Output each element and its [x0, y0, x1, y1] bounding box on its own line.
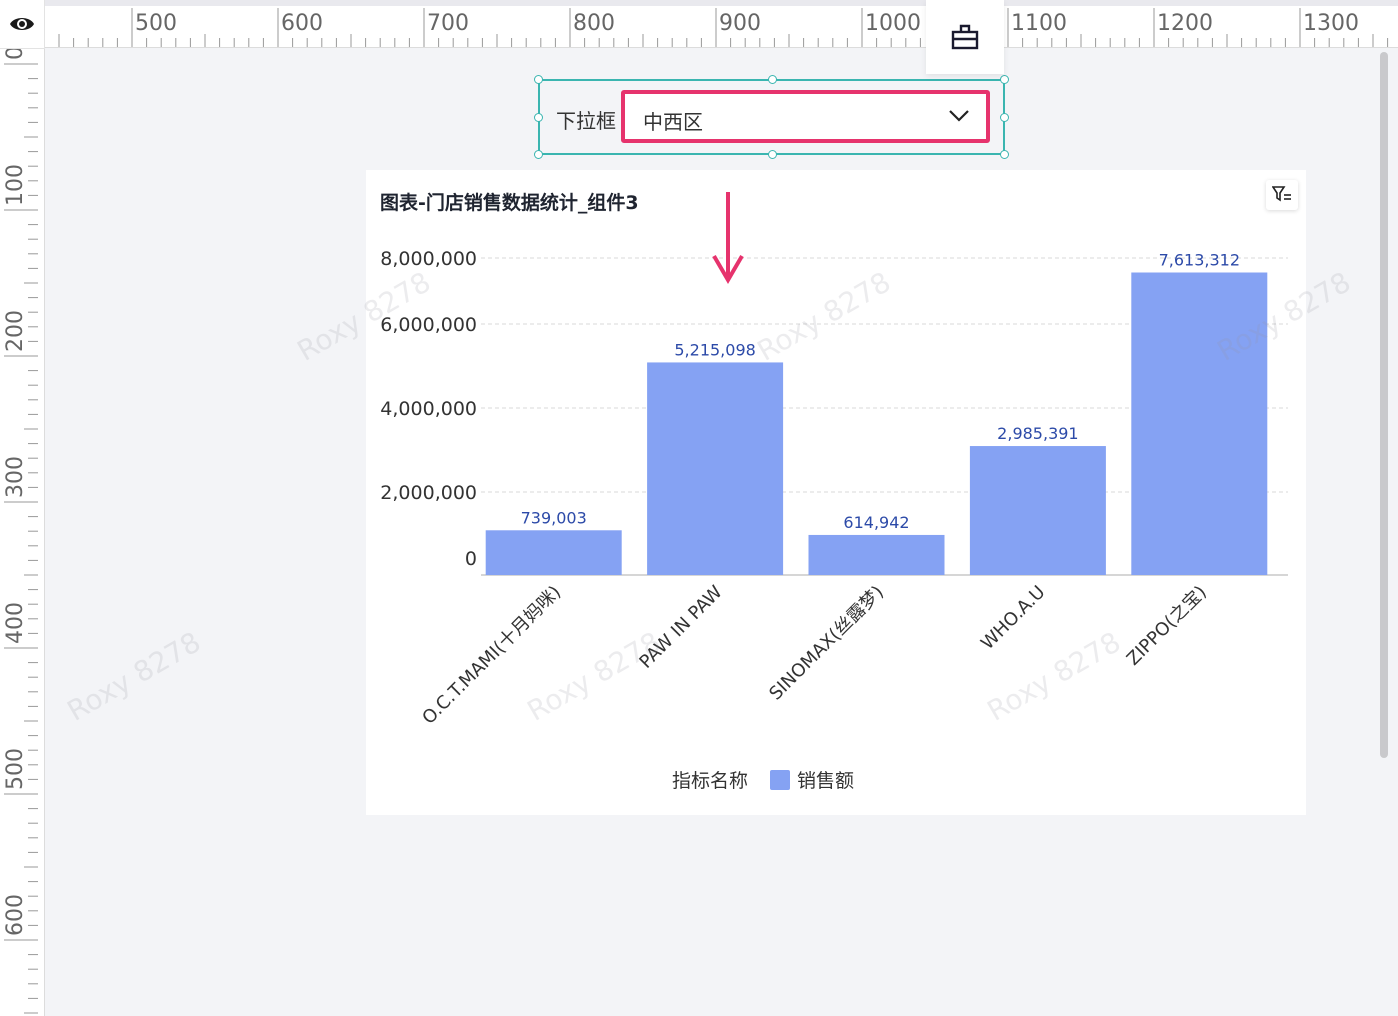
visibility-toggle[interactable]: [0, 0, 45, 49]
data-label: 5,215,098: [674, 340, 755, 359]
resize-handle-bottom[interactable]: [768, 150, 777, 159]
scrollbar-thumb[interactable]: [1380, 52, 1388, 758]
ruler-label: 1300: [1303, 11, 1359, 36]
resize-handle-right[interactable]: [1000, 113, 1009, 122]
y-tick-label: 8,000,000: [380, 248, 477, 270]
resize-handle-top-left[interactable]: [534, 75, 543, 84]
component-toolbar-button[interactable]: [926, 0, 1004, 74]
legend-title: 指标名称: [672, 770, 749, 792]
x-tick-label: SINOMAX(丝露梦): [765, 582, 888, 705]
vertical-scrollbar[interactable]: [1378, 48, 1390, 1016]
ruler-label: 900: [719, 11, 761, 36]
ruler-label: 300: [3, 456, 28, 498]
ruler-label: 1000: [865, 11, 921, 36]
region-select[interactable]: 中西区: [621, 90, 990, 143]
ruler-label: 600: [281, 11, 323, 36]
ruler-label: 100: [3, 164, 28, 206]
dropdown-label: 下拉框: [556, 109, 616, 133]
y-tick-label: 0: [465, 548, 477, 570]
ruler-label: 600: [3, 894, 28, 936]
x-tick-label: WHO.A.U: [977, 582, 1049, 654]
data-label: 614,942: [843, 513, 909, 532]
ruler-label: 0: [3, 48, 28, 60]
x-tick-label: PAW IN PAW: [635, 582, 726, 673]
x-tick-label: ZIPPO(之宝): [1123, 582, 1211, 670]
bar-chart: 0 2,000,000 4,000,000 6,000,000 8,000,000 739…: [380, 248, 1288, 729]
dropdown-component[interactable]: 下拉框 中西区: [534, 75, 1009, 159]
ruler-label: 500: [135, 11, 177, 36]
resize-handle-top[interactable]: [768, 75, 777, 84]
ruler-label: 1200: [1157, 11, 1213, 36]
annotation-arrow-icon: [712, 192, 744, 284]
y-tick-label: 4,000,000: [380, 398, 477, 420]
data-label: 7,613,312: [1159, 251, 1240, 270]
bar[interactable]: [969, 446, 1106, 575]
chart-legend: 指标名称 销售额: [672, 766, 854, 793]
watermark: Roxy 8278: [61, 625, 207, 728]
y-tick-label: 2,000,000: [380, 482, 477, 504]
bar[interactable]: [808, 534, 945, 575]
bar[interactable]: [1131, 272, 1268, 575]
ruler-label: 1100: [1011, 11, 1067, 36]
resize-handle-bottom-left[interactable]: [534, 150, 543, 159]
x-tick-label: O.C.T.MAMI(十月妈咪): [418, 582, 565, 729]
legend-swatch[interactable]: [770, 769, 791, 790]
data-label: 739,003: [521, 508, 587, 527]
resize-handle-top-right[interactable]: [1000, 75, 1009, 84]
resize-handle-bottom-right[interactable]: [1000, 150, 1009, 159]
data-label: 2,985,391: [997, 424, 1078, 443]
horizontal-ruler: 500 600 700 800 900 1000 1100 1200 1300: [44, 0, 1398, 48]
ruler-label: 700: [427, 11, 469, 36]
legend-item-label[interactable]: 销售额: [797, 766, 854, 793]
y-tick-label: 6,000,000: [380, 314, 477, 336]
bar[interactable]: [647, 362, 784, 575]
eye-icon: [10, 18, 34, 30]
ruler-label: 800: [573, 11, 615, 36]
ruler-label: 500: [3, 748, 28, 790]
ruler-label: 400: [3, 602, 28, 644]
ruler-label: 200: [3, 310, 28, 352]
vertical-ruler: 0 100 200 300 400 500 600: [0, 48, 45, 1016]
chart-card[interactable]: 图表-门店销售数据统计_组件3 0 2,000,000 4,000,000 6,000…: [366, 170, 1306, 815]
resize-handle-left[interactable]: [534, 113, 543, 122]
chevron-down-icon: [949, 110, 969, 122]
dashboard-panel-icon: [951, 24, 979, 50]
selected-value: 中西区: [643, 110, 703, 134]
bar[interactable]: [485, 530, 622, 575]
